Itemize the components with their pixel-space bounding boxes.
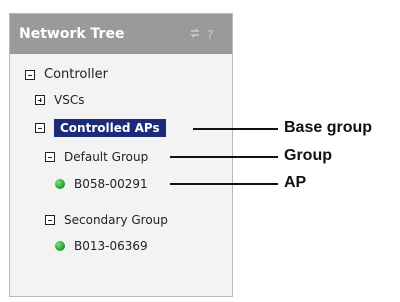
tree-item-label: Secondary Group [64,213,168,227]
status-online-icon [55,179,65,189]
network-tree-panel: Network Tree ? Controller VSCs Controlle… [9,13,233,297]
tree-item-label: Controller [44,67,108,82]
tree-item-secondary-group[interactable]: Secondary Group [45,213,168,227]
tree-item-label: B013-06369 [74,239,148,253]
tree-item-ap[interactable]: B013-06369 [55,239,148,253]
tree-item-controller[interactable]: Controller [25,67,108,82]
collapse-icon[interactable] [25,69,35,80]
callout-line-group [170,156,278,158]
help-icon[interactable]: ? [207,28,213,42]
tree-item-controlled-aps[interactable]: Controlled APs [35,119,166,137]
tree-item-label: VSCs [54,93,85,107]
tree-item-vscs[interactable]: VSCs [35,93,84,107]
callout-line-ap [170,183,278,185]
refresh-icon[interactable] [189,27,201,42]
callout-base-group: Base group [284,119,373,136]
collapse-icon[interactable] [45,215,55,225]
tree-item-label-selected: Controlled APs [54,119,166,137]
panel-header: Network Tree ? [10,14,232,54]
status-online-icon [55,241,65,251]
collapse-icon[interactable] [45,152,55,162]
collapse-icon[interactable] [35,123,45,133]
tree-item-default-group[interactable]: Default Group [45,150,148,164]
expand-icon[interactable] [35,95,45,105]
callout-line-base-group [193,128,278,130]
header-icons: ? [189,27,213,42]
panel-title: Network Tree [19,26,125,42]
tree-item-label: B058-00291 [74,177,148,191]
tree-item-ap[interactable]: B058-00291 [55,177,148,191]
tree-item-label: Default Group [64,150,149,164]
callout-ap: AP [284,174,307,191]
callout-group: Group [284,147,332,164]
